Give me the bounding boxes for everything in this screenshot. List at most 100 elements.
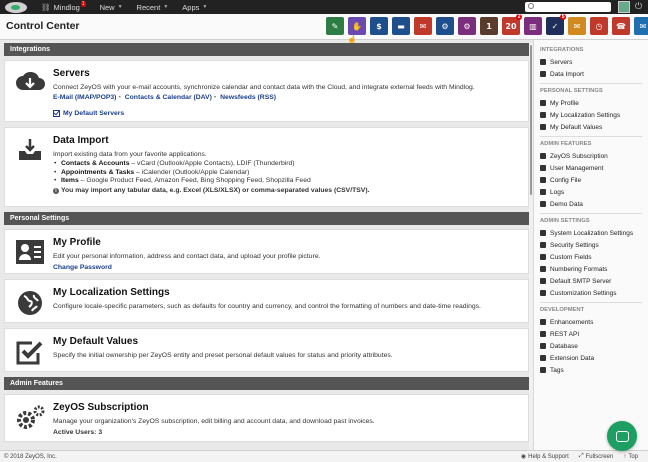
app-glyph: 1 xyxy=(486,21,492,31)
sidebar-item-label: My Profile xyxy=(550,99,579,107)
app-notes-icon[interactable]: ✎ xyxy=(326,17,344,35)
app-handshake-icon[interactable]: ✋ xyxy=(348,17,366,35)
list-item: Items – Google Product Feed, Amazon Feed… xyxy=(53,177,522,186)
sidebar-item[interactable]: Security Settings xyxy=(540,239,648,251)
app-glyph: ✎ xyxy=(331,21,339,31)
card-subscription: ZeyOS Subscription Manage your organizat… xyxy=(4,394,529,442)
app-phone-icon[interactable]: ☎ xyxy=(612,17,630,35)
sidebar-item-icon xyxy=(540,331,546,337)
menu-new[interactable]: New ▼ xyxy=(100,3,123,12)
app-dollar-icon[interactable]: $ xyxy=(370,17,388,35)
app-tasks-icon[interactable]: ✓ 5 xyxy=(546,14,566,35)
active-users: Active Users: 3 xyxy=(53,429,103,436)
my-profile-title[interactable]: My Profile xyxy=(53,237,522,248)
app-glyph: ✉ xyxy=(573,21,581,31)
sidebar-group-title: Admin Settings xyxy=(540,218,590,224)
sidebar-item-label: My Localization Settings xyxy=(550,111,621,119)
sidebar-item[interactable]: Default SMTP Server xyxy=(540,275,648,287)
app-gear-app-2-icon[interactable]: ⚙ xyxy=(458,17,476,35)
footer: © 2018 ZeyOS, Inc. ◉ Help & Support ⤢ Full… xyxy=(0,450,648,462)
app-truck-icon[interactable]: ▬ xyxy=(392,17,410,35)
app-mail-icon[interactable]: ✉1 xyxy=(634,17,648,35)
sidebar-group-title: Personal Settings xyxy=(540,88,603,94)
sidebar-item-icon xyxy=(540,165,546,171)
power-icon[interactable]: ⏻ xyxy=(635,1,642,12)
chevron-down-icon: ▼ xyxy=(202,4,208,10)
sidebar-item-label: Default SMTP Server xyxy=(550,277,612,285)
chat-button[interactable] xyxy=(607,421,637,451)
sidebar-item[interactable]: User Management xyxy=(540,162,648,174)
default-values-title[interactable]: My Default Values xyxy=(53,336,522,347)
user-badge: 1 xyxy=(80,1,86,7)
sidebar-item[interactable]: My Localization Settings xyxy=(540,109,648,121)
help-support-link[interactable]: ◉ Help & Support xyxy=(521,453,569,461)
sidebar-item-label: Enhancements xyxy=(550,318,594,326)
search-input[interactable] xyxy=(525,2,611,12)
sidebar-item-label: Tags xyxy=(550,366,564,374)
link-newsfeeds[interactable]: Newsfeeds (RSS) xyxy=(220,94,276,101)
page-header: Control Center ✎ ✋ $ ▬ ✉ ⚙ ⚙ 1 202 ▥ ✓5 ✉ ◷ ☎ ✉1 xyxy=(0,14,648,40)
sidebar-item[interactable]: ZeyOS Subscription xyxy=(540,150,648,162)
zeyos-logo[interactable] xyxy=(5,1,27,13)
scrollbar-thumb[interactable] xyxy=(530,45,532,195)
my-default-servers-link[interactable]: My Default Servers xyxy=(53,110,522,117)
sidebar-item[interactable]: Database xyxy=(540,340,648,352)
sidebar-item[interactable]: Servers xyxy=(540,56,648,68)
app-glyph: 20 xyxy=(505,21,517,31)
data-import-title[interactable]: Data Import xyxy=(53,135,522,146)
checkbox-icon xyxy=(53,110,60,117)
sidebar-item[interactable]: Data Import xyxy=(540,68,648,80)
sidebar-item[interactable]: System Localization Settings xyxy=(540,227,648,239)
sidebar-item-label: System Localization Settings xyxy=(550,229,634,237)
sidebar-item[interactable]: REST API xyxy=(540,328,648,340)
link-contacts-calendar[interactable]: Contacts & Calendar (DAV) xyxy=(125,94,212,101)
user-menu[interactable]: ⛓ Mindlog 1 xyxy=(41,1,86,12)
app-inbox-icon[interactable]: ▥ xyxy=(524,17,542,35)
my-profile-desc: Edit your personal information, address … xyxy=(53,253,321,260)
app-glyph: ▥ xyxy=(529,21,537,31)
default-values-desc: Specify the initial ownership per ZeyOS … xyxy=(53,352,393,359)
app-mail-out-icon[interactable]: ✉ xyxy=(414,17,432,35)
avatar[interactable] xyxy=(618,1,630,13)
info-icon: i xyxy=(53,187,59,194)
change-password-link[interactable]: Change Password xyxy=(53,264,522,271)
top-link[interactable]: ↑ Top xyxy=(623,453,638,460)
data-import-desc: Import existing data from your favorite … xyxy=(53,151,207,158)
app-envelope-open-icon[interactable]: ✉ xyxy=(568,17,586,35)
subscription-title[interactable]: ZeyOS Subscription xyxy=(53,402,522,413)
sidebar-item[interactable]: My Default Values xyxy=(540,121,648,133)
search-icon xyxy=(528,3,534,9)
sidebar-item[interactable]: Tags xyxy=(540,364,648,376)
sidebar-item[interactable]: Numbering Formats xyxy=(540,263,648,275)
sidebar-item[interactable]: Custom Fields xyxy=(540,251,648,263)
globe-icon xyxy=(11,287,49,315)
app-glyph: ✓ xyxy=(551,21,559,31)
sidebar-item[interactable]: Customization Settings xyxy=(540,287,648,299)
chat-bubble-icon xyxy=(615,430,629,442)
sidebar-divider xyxy=(540,213,642,214)
sidebar-item[interactable]: Extension Data xyxy=(540,352,648,364)
sidebar-item[interactable]: Enhancements xyxy=(540,316,648,328)
app-ledger-icon[interactable]: 1 xyxy=(480,17,498,35)
app-timer-icon[interactable]: ◷ xyxy=(590,17,608,35)
link-email-imap[interactable]: E-Mail (IMAP/POP3) xyxy=(53,94,116,101)
app-calendar-icon[interactable]: 20 2 xyxy=(502,14,522,35)
checkbox-checked-icon xyxy=(11,336,49,365)
menu-recent[interactable]: Recent ▼ xyxy=(137,3,169,12)
app-badge: 5 xyxy=(560,14,566,20)
cloud-download-icon xyxy=(11,68,49,114)
app-glyph: ⚙ xyxy=(441,21,449,31)
sidebar-item[interactable]: Logs xyxy=(540,186,648,198)
sidebar-item-label: Security Settings xyxy=(550,241,599,249)
servers-title[interactable]: Servers xyxy=(53,68,522,79)
sidebar-item[interactable]: Config File xyxy=(540,174,648,186)
menu-apps[interactable]: Apps ▼ xyxy=(182,3,207,12)
localization-title[interactable]: My Localization Settings xyxy=(53,287,522,298)
app-launcher-bar: ✎ ✋ $ ▬ ✉ ⚙ ⚙ 1 202 ▥ ✓5 ✉ ◷ ☎ ✉1 xyxy=(326,14,648,35)
sidebar-item[interactable]: My Profile xyxy=(540,97,648,109)
sidebar-item-icon xyxy=(540,290,546,296)
sidebar-item[interactable]: Demo Data xyxy=(540,198,648,210)
fullscreen-link[interactable]: ⤢ Fullscreen xyxy=(579,453,614,460)
app-gear-app-icon[interactable]: ⚙ xyxy=(436,17,454,35)
card-my-profile: My Profile Edit your personal informatio… xyxy=(4,229,529,274)
